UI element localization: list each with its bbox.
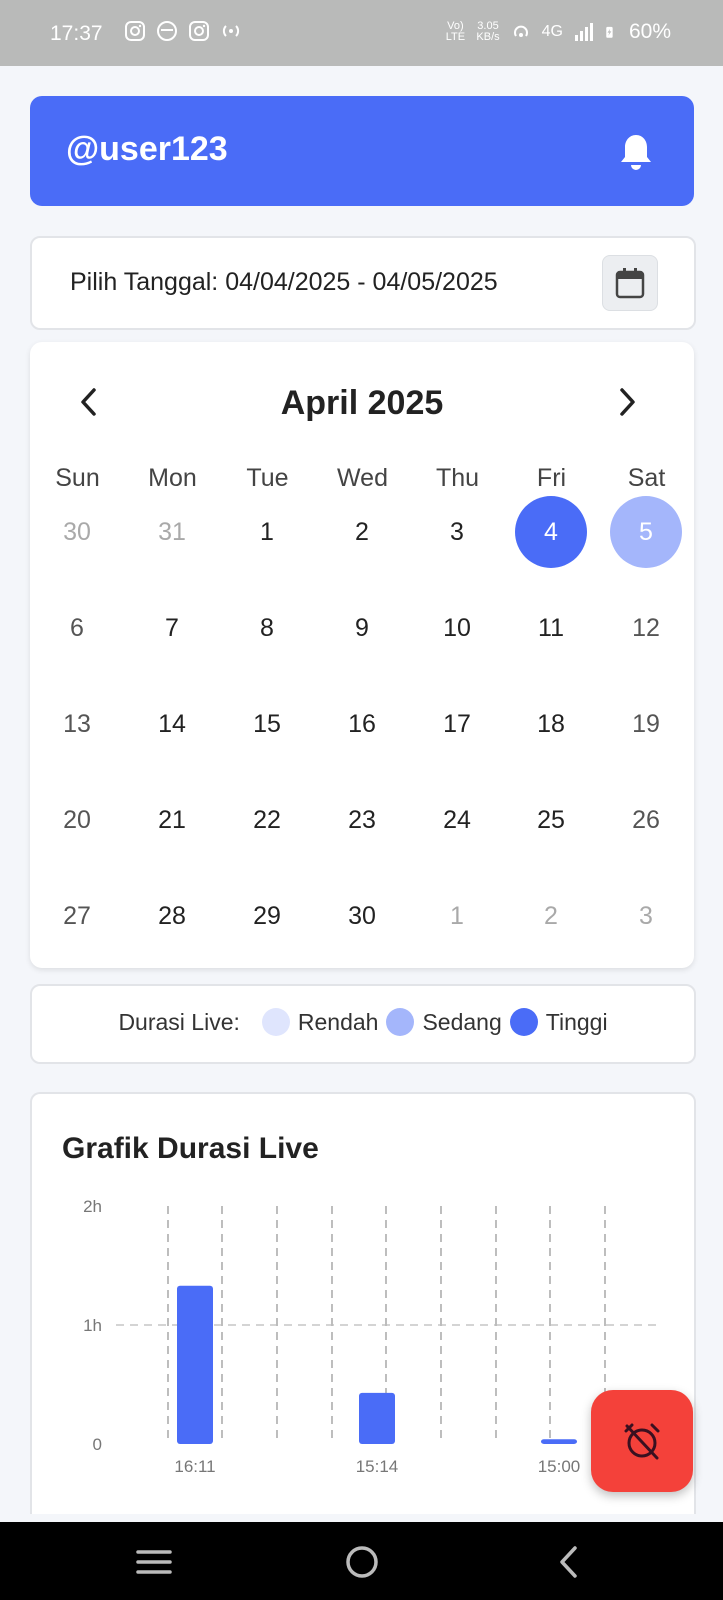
alarm-off-button[interactable] [591, 1390, 693, 1492]
legend-dot-low [261, 1008, 290, 1036]
legend-dot-high [509, 1008, 538, 1036]
legend-title: Durasi Live: [118, 1008, 240, 1035]
calendar-day[interactable]: 3 [610, 880, 682, 952]
legend-dot-medium [386, 1008, 415, 1036]
weekday-sun: Sun [55, 464, 100, 492]
status-indicators: Vo) LTE 3.05 KB/s 4G 60% [444, 20, 671, 44]
calendar-day[interactable]: 21 [136, 784, 208, 856]
y-tick-label: 2h [83, 1197, 102, 1216]
hotspot-icon [513, 25, 528, 37]
calendar-day[interactable]: 2 [326, 496, 398, 568]
weekday-fri: Fri [536, 464, 567, 492]
weekday-sat: Sat [627, 464, 666, 492]
calendar-day[interactable]: 1 [421, 880, 493, 952]
calendar: April 2025 Sun Mon Tue Wed Thu Fri Sat 30 31 1 2 3… [30, 342, 694, 968]
battery-charging-icon [606, 26, 613, 38]
recent-apps-icon[interactable] [132, 1540, 176, 1584]
network-speed-unit: KB/s [476, 31, 500, 43]
app-notification-icon [157, 21, 177, 41]
chart-bar [541, 1439, 577, 1444]
weekday-thu: Thu [435, 464, 480, 492]
network-type: 4G [541, 23, 563, 40]
calendar-day[interactable]: 12 [610, 592, 682, 664]
calendar-day[interactable]: 29 [231, 880, 303, 952]
legend-label-low: Rendah [297, 1008, 379, 1035]
calendar-day[interactable]: 20 [41, 784, 113, 856]
network-speed: 3.05 KB/s [476, 21, 499, 43]
chart-bar [177, 1285, 213, 1444]
calendar-day[interactable]: 10 [421, 592, 493, 664]
calendar-day[interactable]: 30 [326, 880, 398, 952]
calendar-day[interactable]: 24 [421, 784, 493, 856]
alarm-off-icon [624, 1423, 660, 1460]
calendar-day[interactable]: 1 [231, 496, 303, 568]
instagram-icon [189, 21, 209, 41]
calendar-day[interactable]: 14 [136, 688, 208, 760]
battery-level: 60% [628, 20, 671, 43]
calendar-day[interactable]: 30 [41, 496, 113, 568]
weekday-tue: Tue [246, 464, 289, 492]
calendar-day[interactable]: 15 [231, 688, 303, 760]
back-icon[interactable] [548, 1540, 592, 1584]
calendar-day[interactable]: 7 [136, 592, 208, 664]
calendar-day[interactable]: 22 [231, 784, 303, 856]
calendar-day[interactable]: 27 [41, 880, 113, 952]
date-range-picker[interactable]: Pilih Tanggal: 04/04/2025 - 04/05/2025 [30, 236, 696, 330]
calendar-day[interactable]: 6 [41, 592, 113, 664]
calendar-button[interactable] [602, 255, 658, 311]
weekday-wed: Wed [337, 464, 388, 492]
signal-icon [574, 23, 593, 41]
legend-label-high: Tinggi [545, 1008, 608, 1035]
calendar-day[interactable]: 31 [136, 496, 208, 568]
volte-indicator: Vo) LTE [445, 20, 466, 43]
username: @user123 [66, 130, 228, 168]
status-time: 17:37 [50, 22, 103, 45]
calendar-day[interactable]: 11 [515, 592, 587, 664]
calendar-day[interactable]: 23 [326, 784, 398, 856]
system-nav-bar [0, 1522, 723, 1600]
calendar-day[interactable]: 26 [610, 784, 682, 856]
duration-legend: Durasi Live: Rendah Sedang Tinggi [30, 984, 696, 1064]
calendar-icon [615, 268, 645, 299]
calendar-day[interactable]: 18 [515, 688, 587, 760]
x-tick-label: 16:11 [174, 1457, 215, 1476]
app-header: @user123 [30, 96, 694, 206]
weekday-mon: Mon [148, 464, 197, 492]
y-tick-label: 0 [93, 1435, 102, 1454]
status-bar: 17:37 Vo) LTE 3.05 KB/s 4G 60% [0, 0, 723, 66]
x-tick-label: 15:00 [538, 1457, 581, 1476]
calendar-day[interactable]: 13 [41, 688, 113, 760]
calendar-month-title: April 2025 [280, 384, 444, 422]
calendar-day[interactable]: 19 [610, 688, 682, 760]
x-tick-label: 15:14 [356, 1457, 399, 1476]
calendar-day[interactable]: 3 [421, 496, 493, 568]
calendar-day[interactable]: 25 [515, 784, 587, 856]
date-range-label: Pilih Tanggal: 04/04/2025 - 04/05/2025 [70, 268, 498, 296]
calendar-day[interactable]: 5 [610, 496, 682, 568]
next-month-icon[interactable] [612, 382, 642, 422]
calendar-day[interactable]: 28 [136, 880, 208, 952]
broadcast-icon [222, 25, 240, 37]
home-icon[interactable] [340, 1540, 384, 1584]
calendar-day[interactable]: 4 [515, 496, 587, 568]
notification-icons [124, 20, 242, 42]
calendar-day[interactable]: 2 [515, 880, 587, 952]
bell-icon[interactable] [618, 132, 654, 172]
legend-label-medium: Sedang [422, 1008, 502, 1035]
weekday-header: Sun Mon Tue Wed Thu Fri Sat [30, 464, 694, 500]
chart-bar [359, 1392, 395, 1444]
calendar-day[interactable]: 9 [326, 592, 398, 664]
instagram-icon [125, 21, 145, 41]
calendar-day[interactable]: 17 [421, 688, 493, 760]
y-tick-label: 1h [83, 1316, 102, 1335]
calendar-day[interactable]: 8 [231, 592, 303, 664]
calendar-day[interactable]: 16 [326, 688, 398, 760]
